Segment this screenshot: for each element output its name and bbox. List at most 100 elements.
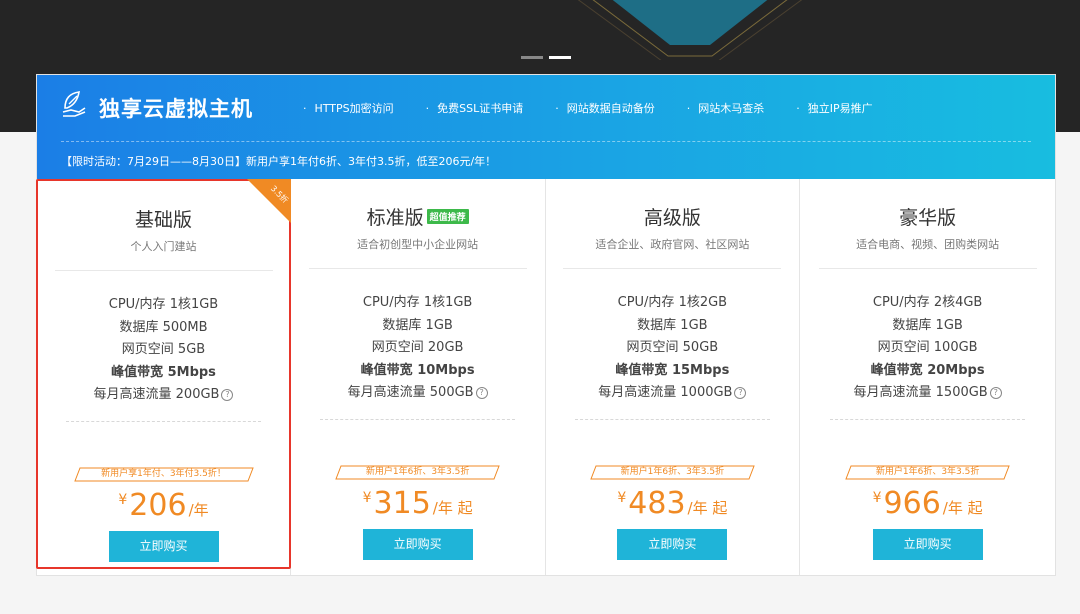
- spec-traffic-text: 每月高速流量 1500GB: [853, 385, 988, 400]
- plan-name: 标准版 超值推荐: [367, 203, 469, 230]
- plan-divider: [563, 268, 782, 269]
- feature-item: · 独立IP易推广: [796, 100, 872, 116]
- plan-dashed-divider: [830, 418, 1026, 420]
- plan-card-standard[interactable]: 标准版 超值推荐 适合初创型中小企业网站 CPU/内存 1核1GB 数据库 1GB…: [291, 179, 546, 575]
- currency-symbol: ¥: [362, 489, 372, 506]
- help-icon[interactable]: ?: [989, 386, 1002, 399]
- plan-price: ¥ 206 /年: [38, 488, 289, 523]
- spec-traffic: 每月高速流量 200GB?: [38, 384, 289, 407]
- spec-bandwidth: 峰值带宽 10Mbps: [360, 362, 475, 378]
- price-unit: /年 起: [432, 498, 473, 517]
- slide-dot[interactable]: [521, 56, 543, 59]
- plan-specs: CPU/内存 1核1GB 数据库 500MB 网页空间 5GB 峰值带宽 5Mb…: [38, 294, 289, 407]
- plan-dashed-divider: [320, 418, 516, 420]
- product-banner: 独享云虚拟主机 · HTTPS加密访问 · 免费SSL证书申请 · 网站数据自动备份 …: [37, 75, 1055, 179]
- currency-symbol: ¥: [617, 489, 627, 506]
- bullet-icon: ·: [796, 101, 800, 115]
- product-title: 独享云虚拟主机: [99, 97, 253, 121]
- plan-divider: [818, 268, 1037, 269]
- discount-text: 新用户1年6折、3年3.5折: [620, 466, 725, 477]
- hero-graphic: [577, 0, 803, 60]
- discount-corner-ribbon: 3.5折: [247, 179, 291, 223]
- plan-list: 3.5折 基础版 个人入门建站 CPU/内存 1核1GB 数据库 500MB 网…: [36, 179, 1055, 575]
- plan-specs: CPU/内存 1核2GB 数据库 1GB 网页空间 50GB 峰值带宽 15Mb…: [546, 292, 800, 405]
- price-value: 966: [883, 485, 941, 521]
- discount-text: 新用户享1年付、3年付3.5折！: [101, 468, 226, 479]
- plan-card-advanced[interactable]: 高级版 适合企业、政府官网、社区网站 CPU/内存 1核2GB 数据库 1GB …: [546, 179, 801, 575]
- spec-traffic: 每月高速流量 500GB?: [291, 382, 545, 405]
- slide-indicators: [521, 56, 571, 59]
- plan-card-luxury[interactable]: 豪华版 适合电商、视频、团购类网站 CPU/内存 2核4GB 数据库 1GB 网…: [800, 179, 1055, 575]
- price-unit: /年 起: [687, 498, 728, 517]
- slide-dot-active[interactable]: [549, 56, 571, 59]
- plan-name-text: 豪华版: [899, 207, 957, 229]
- spec-database: 数据库 500MB: [119, 319, 208, 335]
- price-unit: /年: [188, 500, 209, 519]
- bullet-icon: ·: [303, 101, 307, 115]
- price-value: 206: [129, 487, 187, 523]
- plan-subtitle: 适合初创型中小企业网站: [357, 238, 479, 251]
- spec-database: 数据库 1GB: [892, 317, 963, 333]
- price-value: 315: [373, 485, 431, 521]
- plan-name: 豪华版: [899, 203, 956, 230]
- discount-text: 新用户1年6折、3年3.5折: [365, 466, 470, 477]
- plan-divider: [54, 270, 273, 271]
- bullet-icon: ·: [686, 101, 691, 115]
- currency-symbol: ¥: [118, 491, 128, 508]
- buy-now-button[interactable]: 立即购买: [108, 530, 219, 562]
- spec-traffic-text: 每月高速流量 200GB: [93, 387, 220, 402]
- spec-traffic-text: 每月高速流量 500GB: [347, 385, 474, 400]
- spec-bandwidth: 峰值带宽 15Mbps: [615, 362, 730, 378]
- plan-name-text: 高级版: [643, 207, 701, 229]
- buy-now-button[interactable]: 立即购买: [362, 528, 473, 560]
- plan-name-text: 标准版: [366, 207, 424, 229]
- discount-tag: 新用户享1年付、3年付3.5折！: [73, 467, 254, 482]
- feature-label: 网站数据自动备份: [566, 102, 655, 115]
- feature-item: · HTTPS加密访问: [303, 100, 394, 116]
- help-icon[interactable]: ?: [734, 386, 747, 399]
- feature-item: · 免费SSL证书申请: [426, 100, 524, 116]
- bullet-icon: ·: [555, 101, 559, 115]
- spec-bandwidth: 峰值带宽 5Mbps: [111, 364, 216, 380]
- plan-card-basic[interactable]: 3.5折 基础版 个人入门建站 CPU/内存 1核1GB 数据库 500MB 网…: [36, 179, 291, 569]
- plan-name: 高级版: [644, 203, 701, 230]
- spec-database: 数据库 1GB: [637, 317, 708, 333]
- plan-divider: [308, 268, 527, 269]
- discount-tag: 新用户1年6折、3年3.5折: [845, 465, 1010, 480]
- plan-name: 基础版: [135, 205, 192, 232]
- banner-divider: [61, 141, 1031, 142]
- buy-now-button[interactable]: 立即购买: [872, 528, 983, 560]
- spec-cpu: CPU/内存 1核1GB: [108, 297, 219, 312]
- plan-dashed-divider: [66, 420, 261, 422]
- recommend-badge: 超值推荐: [426, 209, 469, 224]
- price-value: 483: [628, 485, 686, 521]
- feature-label: 独立IP易推广: [807, 102, 873, 115]
- help-icon[interactable]: ?: [221, 388, 234, 401]
- bullet-icon: ·: [425, 101, 430, 115]
- plan-name-text: 基础版: [134, 209, 192, 231]
- currency-symbol: ¥: [872, 489, 882, 506]
- plan-subtitle: 个人入门建站: [130, 240, 197, 253]
- feature-item: · 网站数据自动备份: [555, 100, 655, 116]
- spec-traffic-text: 每月高速流量 1000GB: [598, 385, 733, 400]
- spec-bandwidth: 峰值带宽 20Mbps: [870, 362, 985, 378]
- plan-subtitle: 适合企业、政府官网、社区网站: [595, 238, 750, 251]
- spec-webspace: 网页空间 50GB: [626, 340, 719, 355]
- feature-item: · 网站木马查杀: [687, 100, 765, 116]
- help-icon[interactable]: ?: [475, 386, 488, 399]
- plan-specs: CPU/内存 1核1GB 数据库 1GB 网页空间 20GB 峰值带宽 10Mb…: [291, 292, 545, 405]
- spec-cpu: CPU/内存 1核2GB: [617, 295, 728, 310]
- plan-subtitle: 适合电商、视频、团购类网站: [856, 238, 1000, 251]
- discount-text: 新用户1年6折、3年3.5折: [875, 466, 980, 477]
- spec-traffic: 每月高速流量 1000GB?: [546, 382, 800, 405]
- spec-cpu: CPU/内存 2核4GB: [872, 295, 983, 310]
- price-unit: /年 起: [942, 498, 983, 517]
- discount-tag: 新用户1年6折、3年3.5折: [590, 465, 755, 480]
- feature-list: · HTTPS加密访问 · 免费SSL证书申请 · 网站数据自动备份 · 网站木马查杀 …: [303, 100, 905, 116]
- spec-cpu: CPU/内存 1核1GB: [362, 295, 473, 310]
- leaf-hand-icon: [62, 91, 86, 117]
- promo-text: 【限时活动：7月29日——8月30日】新用户享1年付6折、3年付3.5折，低至2…: [61, 155, 497, 168]
- plan-specs: CPU/内存 2核4GB 数据库 1GB 网页空间 100GB 峰值带宽 20M…: [800, 292, 1055, 405]
- buy-now-button[interactable]: 立即购买: [617, 528, 728, 560]
- plan-price: ¥ 483 /年 起: [546, 486, 800, 521]
